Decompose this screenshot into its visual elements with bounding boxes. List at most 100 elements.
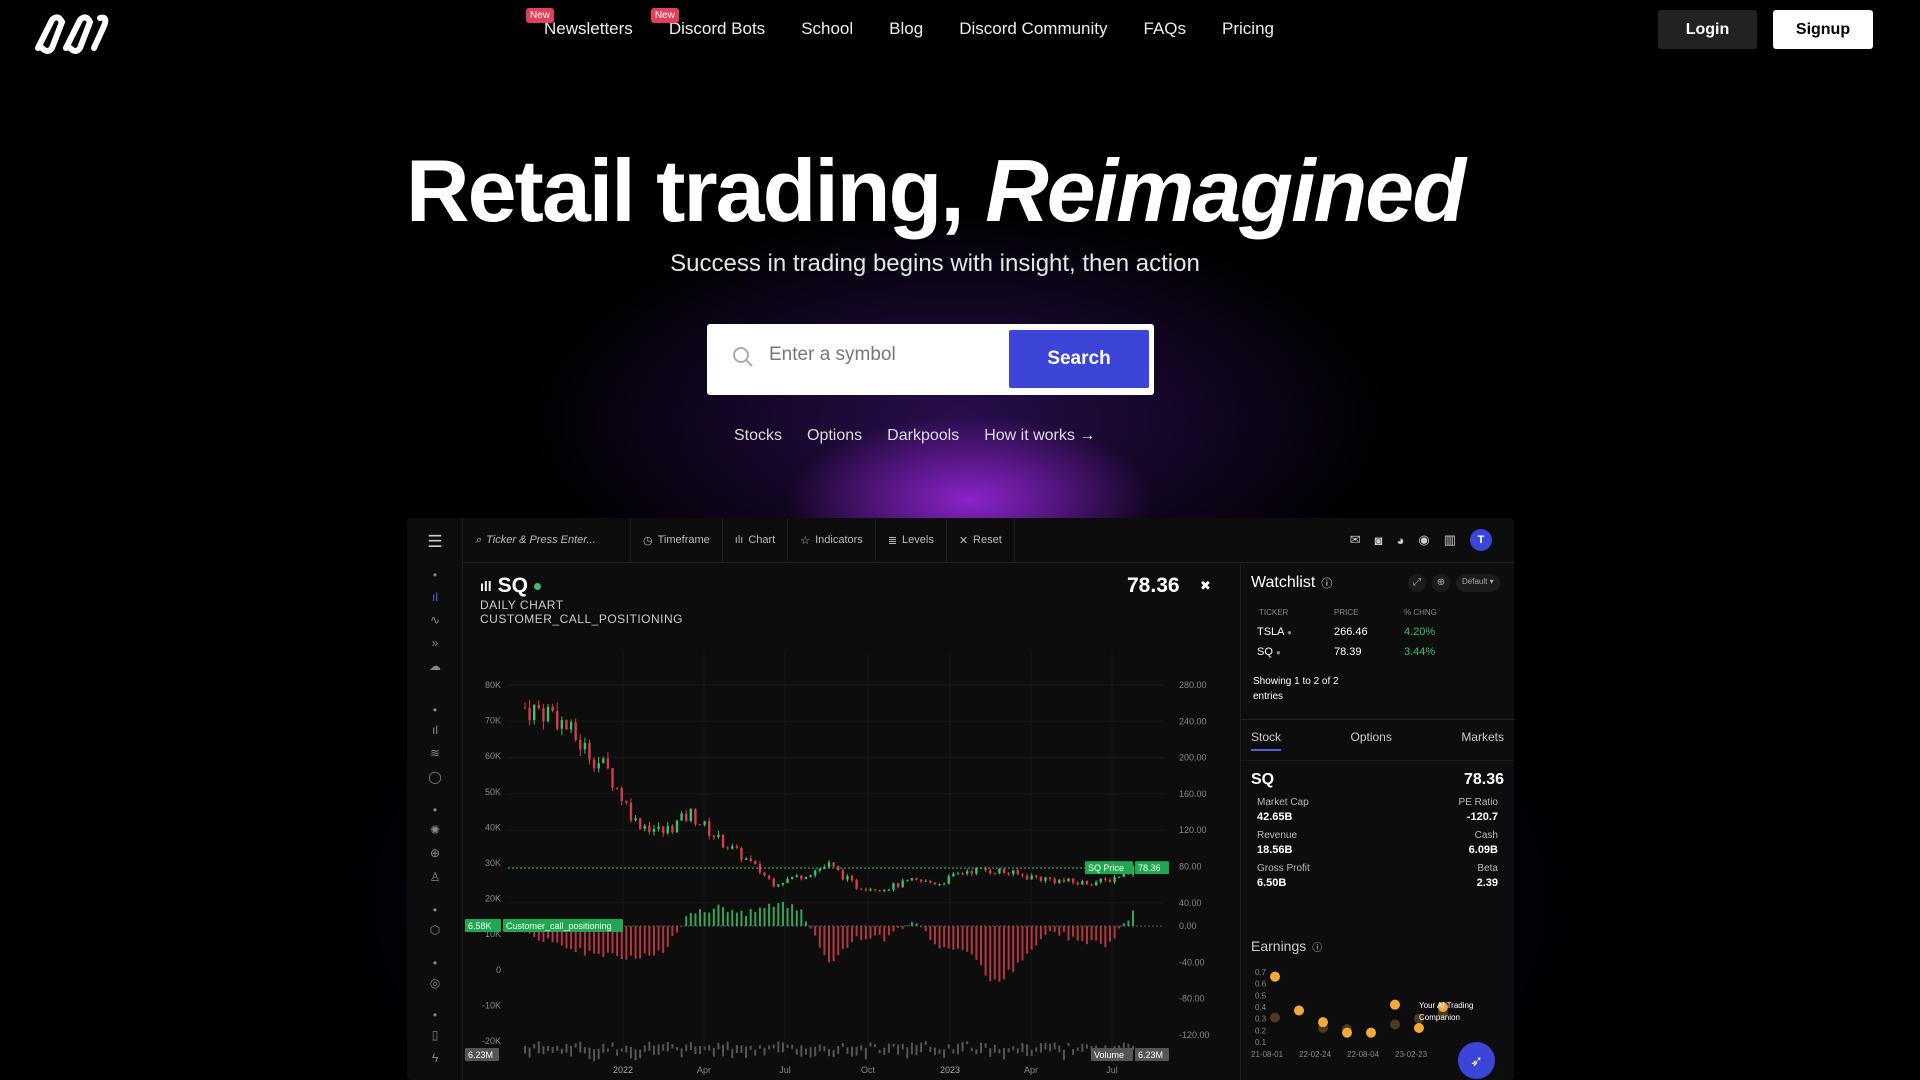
candle: [625, 800, 628, 803]
candle: [869, 889, 872, 891]
candle: [952, 873, 955, 877]
live-dot: [534, 582, 542, 590]
indicators-button[interactable]: ☆ Indicators: [788, 518, 876, 563]
candle: [1062, 879, 1066, 882]
avatar[interactable]: T: [1470, 529, 1492, 551]
price: 78.39: [1334, 646, 1362, 658]
oscillator-bar: [1072, 926, 1075, 937]
candle: [1007, 872, 1010, 875]
info-icon[interactable]: ⓘ: [1312, 939, 1322, 954]
chart-button[interactable]: ılı Chart: [723, 518, 789, 563]
expand-icon[interactable]: ⤢: [1408, 574, 1426, 592]
volume-bar: [547, 1045, 550, 1052]
signup-button[interactable]: Signup: [1773, 10, 1873, 49]
tab-markets[interactable]: Markets: [1461, 730, 1504, 751]
candle: [1021, 874, 1024, 876]
nav-link[interactable]: Discord Community: [959, 19, 1107, 39]
candle: [661, 826, 665, 833]
x-axis-tick: 2022: [613, 1065, 633, 1075]
logo[interactable]: [30, 14, 110, 54]
oscillator-bar: [1118, 926, 1121, 929]
volume-bar: [542, 1046, 545, 1055]
symbol-input[interactable]: [769, 344, 989, 366]
candle: [800, 875, 803, 880]
volume-bar: [611, 1042, 614, 1047]
bolt-icon[interactable]: ϟ: [407, 1051, 463, 1065]
levels-button[interactable]: ≣ Levels: [876, 518, 947, 563]
volume-bar: [625, 1045, 628, 1053]
candle: [1076, 882, 1079, 885]
globe-icon[interactable]: ⊕: [407, 846, 463, 860]
bar-chart-icon[interactable]: ıl: [407, 590, 463, 604]
nav-link[interactable]: Blog: [889, 19, 923, 39]
mail-icon[interactable]: ✉: [1350, 532, 1361, 548]
target-icon[interactable]: ◎: [407, 976, 463, 990]
rocket-icon[interactable]: ➶: [1458, 1042, 1495, 1079]
fullscreen-icon[interactable]: ✖: [1200, 578, 1211, 594]
candle: [1117, 876, 1121, 878]
col-ticker: TICKER: [1259, 608, 1289, 617]
candle: [850, 876, 854, 881]
earnings-x-tick: 23-02-23: [1395, 1050, 1428, 1059]
ticker-input[interactable]: ⌕ Ticker & Press Enter...: [463, 518, 631, 563]
watchlist-dropdown[interactable]: Default ▾: [1456, 574, 1500, 592]
reset-button[interactable]: ✕ Reset: [947, 518, 1015, 563]
candle: [1113, 876, 1116, 882]
add-icon[interactable]: ⊕: [1432, 574, 1450, 592]
oscillator-bar: [804, 921, 807, 926]
nav-link[interactable]: New Discord Bots: [650, 8, 765, 39]
cloud-icon[interactable]: ☁: [407, 659, 463, 673]
book-icon[interactable]: ▥: [1444, 532, 1456, 548]
loader-icon[interactable]: ✺: [407, 823, 463, 837]
oscillator-bar: [1030, 926, 1033, 950]
pulse-icon[interactable]: ∿: [407, 613, 463, 627]
earnings-y-tick: 0.5: [1255, 991, 1267, 1000]
chevrons-icon[interactable]: »: [407, 636, 463, 650]
nav-link[interactable]: FAQs: [1144, 19, 1187, 39]
timeframe-button[interactable]: ◷ Timeframe: [631, 518, 723, 563]
price-chart[interactable]: 80K70K60K50K40K30K20K10K0-10K-20K280.002…: [463, 613, 1240, 1080]
menu-icon[interactable]: ☰: [407, 532, 463, 552]
map-icon[interactable]: ▯: [407, 1028, 463, 1042]
volume-bar: [758, 1045, 761, 1049]
volume-bar: [662, 1044, 665, 1051]
candle: [533, 704, 536, 721]
hero-link[interactable]: Stocks: [734, 427, 782, 445]
user-icon[interactable]: ♙: [407, 870, 463, 884]
nav-link[interactable]: Pricing: [1222, 19, 1274, 39]
nav-link[interactable]: New Newsletters: [526, 8, 633, 39]
oscillator-bar: [1026, 926, 1029, 954]
oscillator-bar: [851, 926, 854, 943]
volume-bar: [1127, 1043, 1130, 1048]
login-button[interactable]: Login: [1658, 10, 1757, 49]
ring-icon[interactable]: ◯: [407, 770, 463, 784]
bars-icon[interactable]: ıl: [407, 723, 463, 737]
candle: [1094, 881, 1098, 886]
info-icon[interactable]: ⓘ: [1321, 575, 1332, 591]
oscillator-bar: [740, 910, 743, 926]
hero-link[interactable]: How it works →: [984, 427, 1095, 445]
earnings-y-tick: 0.4: [1255, 1003, 1267, 1012]
watchlist-row[interactable]: SQ ● 78.39 3.44%: [1257, 646, 1477, 666]
left-axis-tick: 80K: [485, 680, 501, 690]
volume-bar: [869, 1042, 872, 1047]
tab-options[interactable]: Options: [1350, 730, 1391, 751]
candle: [1099, 878, 1102, 882]
candle: [1002, 869, 1006, 873]
candle: [546, 706, 550, 722]
palette-icon[interactable]: ◕: [1397, 533, 1405, 548]
layers-icon[interactable]: ≋: [407, 746, 463, 760]
tab-stock[interactable]: Stock: [1251, 730, 1282, 751]
nav-link[interactable]: School: [801, 19, 853, 39]
watchlist-row[interactable]: TSLA ● 266.46 4.20%: [1257, 626, 1477, 646]
ticker-text: SQ: [1257, 646, 1273, 658]
hero-link[interactable]: Options: [807, 427, 862, 445]
cube-icon[interactable]: ⬡: [407, 923, 463, 937]
eye-icon[interactable]: ◉: [1418, 532, 1429, 548]
camera-icon[interactable]: ◙: [1375, 533, 1383, 548]
hero-link[interactable]: Darkpools: [887, 427, 959, 445]
osc-tag-value: 6.58K: [468, 921, 492, 931]
search-button[interactable]: Search: [1009, 330, 1149, 388]
oscillator-bar: [1076, 926, 1079, 941]
volume-bar: [588, 1047, 591, 1060]
